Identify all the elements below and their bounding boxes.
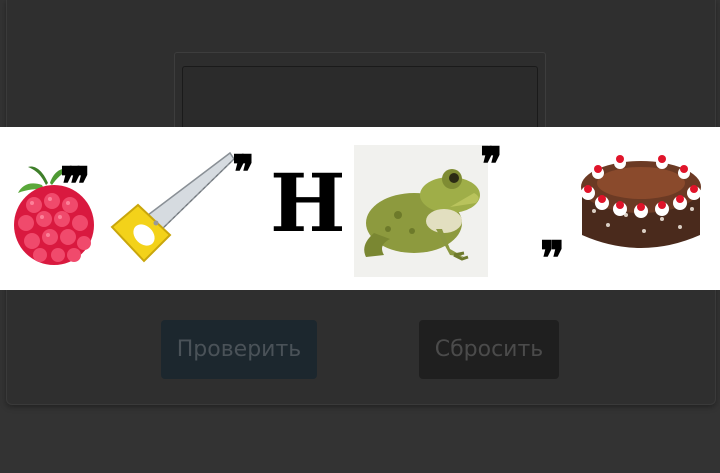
raspberry-icon (14, 166, 94, 265)
rebus-letter: Н (270, 156, 346, 250)
answer-input[interactable] (182, 66, 538, 132)
commas-saw: ❜❜ (232, 145, 255, 199)
reset-button[interactable]: Сбросить (419, 320, 559, 379)
saw-icon (110, 151, 235, 263)
check-button[interactable]: Проверить (161, 320, 317, 379)
commas-frog: ❜❜ (480, 137, 503, 191)
frog-icon (354, 145, 488, 277)
rebus-puzzle: ❜❜❜ ❜❜ Н ❜❜ ❞ (0, 127, 720, 290)
cake-icon (574, 149, 708, 257)
commas-raspberry: ❜❜❜ (60, 157, 91, 211)
comma-cake: ❞ (540, 231, 565, 285)
